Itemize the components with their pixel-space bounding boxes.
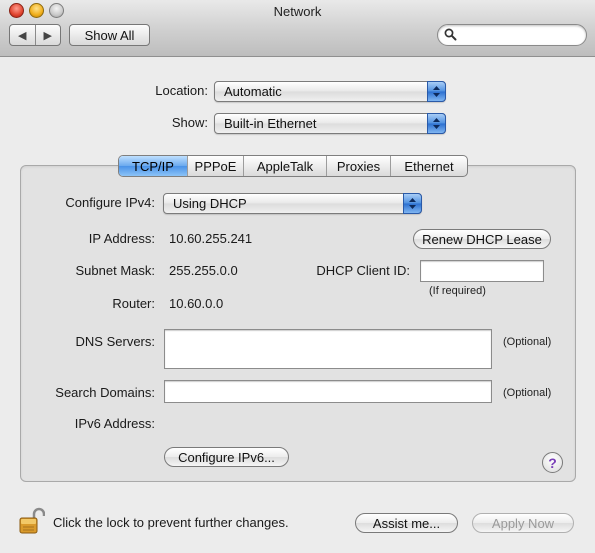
lock-status-text: Click the lock to prevent further change…: [53, 515, 289, 530]
search-icon: [444, 28, 457, 41]
popup-arrows-icon: [427, 81, 446, 102]
dhcp-client-id-field[interactable]: [420, 260, 544, 282]
tab-bar: TCP/IP PPPoE AppleTalk Proxies Ethernet: [118, 155, 468, 177]
router-label: Router:: [112, 296, 155, 311]
show-label: Show:: [171, 115, 208, 130]
configure-ipv4-popup[interactable]: Using DHCP: [163, 193, 422, 214]
ipv6-address-label: IPv6 Address:: [74, 416, 155, 431]
apply-now-button[interactable]: Apply Now: [472, 513, 574, 533]
search-domains-optional-hint: (Optional): [503, 387, 552, 399]
tab-tcpip[interactable]: TCP/IP: [119, 156, 187, 176]
location-popup[interactable]: Automatic: [214, 81, 446, 102]
ip-address-value: 10.60.255.241: [169, 231, 253, 246]
configure-ipv4-value: Using DHCP: [173, 196, 247, 211]
dns-optional-hint: (Optional): [503, 336, 552, 348]
lock-icon[interactable]: [19, 507, 45, 535]
search-domains-label: Search Domains:: [55, 385, 155, 400]
popup-arrows-icon: [403, 193, 422, 214]
configure-ipv4-label: Configure IPv4:: [65, 195, 155, 210]
if-required-hint: (If required): [429, 285, 486, 297]
dns-servers-label: DNS Servers:: [75, 334, 155, 349]
assist-me-button[interactable]: Assist me...: [355, 513, 458, 533]
forward-button[interactable]: ▶: [36, 25, 61, 45]
tab-appletalk[interactable]: AppleTalk: [243, 156, 326, 176]
dhcp-client-id-label: DHCP Client ID:: [316, 263, 410, 278]
tab-ethernet[interactable]: Ethernet: [390, 156, 467, 176]
configure-ipv6-button[interactable]: Configure IPv6...: [164, 447, 289, 467]
popup-arrows-icon: [427, 113, 446, 134]
dns-servers-field[interactable]: [164, 329, 492, 369]
back-button[interactable]: ◀: [10, 25, 36, 45]
search-input[interactable]: [437, 24, 587, 46]
help-button[interactable]: ?: [542, 452, 563, 473]
tab-proxies[interactable]: Proxies: [326, 156, 390, 176]
ip-address-label: IP Address:: [88, 231, 155, 246]
show-value: Built-in Ethernet: [224, 116, 317, 131]
subnet-mask-label: Subnet Mask:: [75, 263, 156, 278]
show-all-button[interactable]: Show All: [69, 24, 150, 46]
renew-dhcp-lease-button[interactable]: Renew DHCP Lease: [413, 229, 551, 249]
location-value: Automatic: [224, 84, 282, 99]
network-window: Network ◀ ▶ Show All Location: Automatic…: [0, 0, 595, 553]
router-value: 10.60.0.0: [169, 296, 224, 311]
show-popup[interactable]: Built-in Ethernet: [214, 113, 446, 134]
back-forward-control: ◀ ▶: [9, 24, 61, 46]
title-bar: Network ◀ ▶ Show All: [0, 0, 595, 57]
location-label: Location:: [155, 83, 208, 98]
search-domains-field[interactable]: [164, 380, 492, 403]
subnet-mask-value: 255.255.0.0: [169, 263, 238, 278]
window-title: Network: [273, 4, 322, 19]
tab-pppoe[interactable]: PPPoE: [187, 156, 243, 176]
